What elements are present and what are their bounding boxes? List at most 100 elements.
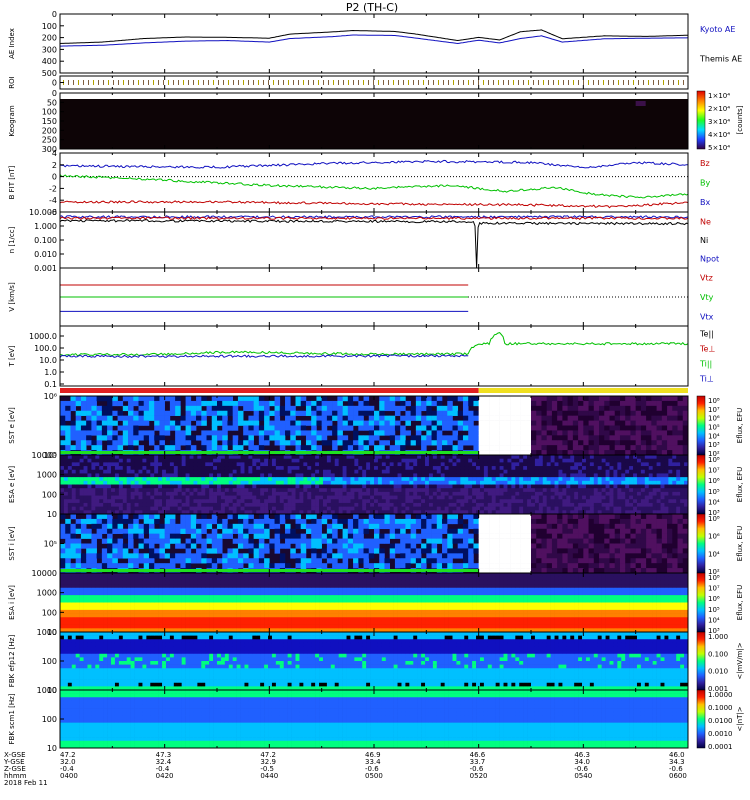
- spectrogram-pixel: [347, 543, 354, 549]
- spectrogram-pixel: [617, 480, 622, 485]
- spectrogram-pixel: [86, 548, 92, 554]
- spectrogram-pixel: [342, 435, 349, 441]
- spectrogram-pixel: [405, 477, 410, 482]
- spectrogram-pixel: [274, 514, 281, 520]
- spectrogram-pixel: [601, 455, 606, 459]
- spectrogram-pixel: [472, 491, 477, 496]
- spectrogram-pixel: [672, 495, 677, 500]
- spectrogram-pixel: [442, 425, 448, 431]
- spectrogram-pixel: [75, 480, 80, 485]
- spectrogram-pixel: [354, 455, 359, 459]
- spectrogram-pixel: [264, 514, 270, 520]
- spectrogram-pixel: [676, 466, 681, 471]
- spectrogram-pixel: [519, 491, 524, 496]
- spectrogram-pixel: [303, 506, 308, 511]
- spectrogram-pixel: [421, 458, 426, 463]
- spectrogram-pixel: [444, 488, 449, 493]
- spectrogram-pixel: [460, 484, 465, 489]
- spectrogram-pixel: [447, 440, 453, 446]
- spectrogram-pixel: [656, 491, 661, 496]
- spectrogram-pixel: [300, 430, 307, 436]
- spectrogram-pixel: [558, 466, 563, 471]
- spectrogram-pixel: [138, 477, 143, 482]
- spectrogram-pixel: [656, 506, 661, 511]
- spectrogram-pixel: [442, 518, 448, 525]
- spectrogram-pixel: [138, 558, 145, 564]
- spectrogram-pixel: [491, 488, 496, 493]
- spectrogram-pixel: [436, 420, 443, 426]
- spectrogram-pixel: [680, 480, 685, 485]
- spectrogram-pixel: [605, 462, 610, 467]
- spectrogram-pixel: [128, 558, 134, 564]
- spectrogram-pixel: [91, 502, 96, 507]
- spectrogram-pixel: [417, 499, 422, 504]
- spectrogram-pixel: [585, 477, 591, 482]
- spectrogram-pixel: [300, 553, 307, 559]
- spectrogram-pixel: [91, 514, 97, 520]
- spectrogram-pixel: [432, 499, 438, 504]
- spectrogram-pixel: [295, 420, 302, 426]
- spectrogram-pixel: [562, 469, 567, 474]
- spectrogram-pixel: [275, 506, 281, 511]
- spectrogram-pixel: [79, 499, 84, 504]
- spectrogram-pixel: [464, 455, 469, 459]
- spectrogram-pixel: [410, 558, 417, 564]
- spectrogram-pixel: [71, 473, 76, 478]
- spectrogram-pixel: [107, 400, 113, 407]
- spectrogram-pixel: [315, 502, 320, 507]
- spectrogram-pixel: [589, 480, 595, 485]
- spectrogram-pixel: [625, 491, 630, 496]
- spectrogram-pixel: [588, 533, 595, 539]
- spectrogram-pixel: [279, 440, 286, 446]
- spectrogram-pixel: [677, 410, 684, 416]
- spectrogram-pixel: [368, 514, 375, 520]
- spectrogram-pixel: [87, 491, 92, 496]
- spectrogram-pixel: [87, 458, 92, 463]
- spectrogram-pixel: [405, 518, 411, 525]
- roi-mark: [503, 80, 504, 85]
- spectrogram-pixel: [593, 415, 600, 421]
- spectrogram-pixel: [558, 495, 563, 500]
- spectrogram-pixel: [447, 538, 453, 544]
- roi-mark: [193, 80, 194, 85]
- spectrogram-pixel: [80, 420, 87, 426]
- spectrogram-pixel: [122, 514, 129, 520]
- spectrogram-pixel: [614, 430, 621, 436]
- spectrogram-pixel: [350, 499, 355, 504]
- spectrogram-pixel: [243, 528, 249, 534]
- spectrogram-pixel: [169, 405, 176, 412]
- spectrogram-pixel: [583, 533, 589, 539]
- spectrogram-pixel: [222, 396, 228, 402]
- spectrogram-pixel: [636, 469, 642, 474]
- spectrogram-pixel: [142, 499, 147, 504]
- spectrogram-pixel: [118, 473, 124, 478]
- spectrogram-pixel: [625, 440, 631, 446]
- spectrogram-pixel: [111, 477, 116, 482]
- spectrogram-pixel: [511, 499, 516, 504]
- spectrogram-pixel: [677, 400, 684, 407]
- spectrogram-pixel: [232, 420, 239, 426]
- spectrogram-pixel: [256, 480, 261, 485]
- spectrogram-pixel: [299, 506, 304, 511]
- spectrogram-pixel: [154, 469, 159, 474]
- spectrogram-pixel: [648, 462, 653, 467]
- spectrogram-pixel: [661, 440, 668, 446]
- spectrogram-pixel: [625, 435, 631, 441]
- spectrogram-pixel: [275, 455, 281, 459]
- spectrogram-pixel: [295, 499, 300, 504]
- spectrogram-pixel: [462, 528, 469, 534]
- spectrogram-pixel: [363, 543, 370, 549]
- spectrogram-pixel: [562, 548, 568, 554]
- spectrogram-pixel: [295, 533, 302, 539]
- spectrogram-pixel: [295, 458, 300, 463]
- spectrogram-pixel: [368, 425, 375, 431]
- spectrogram-pixel: [525, 435, 532, 441]
- spectrogram-pixel: [457, 518, 464, 525]
- spectrogram-pixel: [319, 495, 324, 500]
- spectrogram-pixel: [672, 506, 677, 511]
- spectrogram-pixel: [593, 440, 600, 446]
- spectrogram-pixel: [409, 477, 414, 482]
- spectrogram-pixel: [546, 458, 551, 463]
- spectrogram-pixel: [311, 488, 316, 493]
- spectrogram-pixel: [468, 400, 474, 407]
